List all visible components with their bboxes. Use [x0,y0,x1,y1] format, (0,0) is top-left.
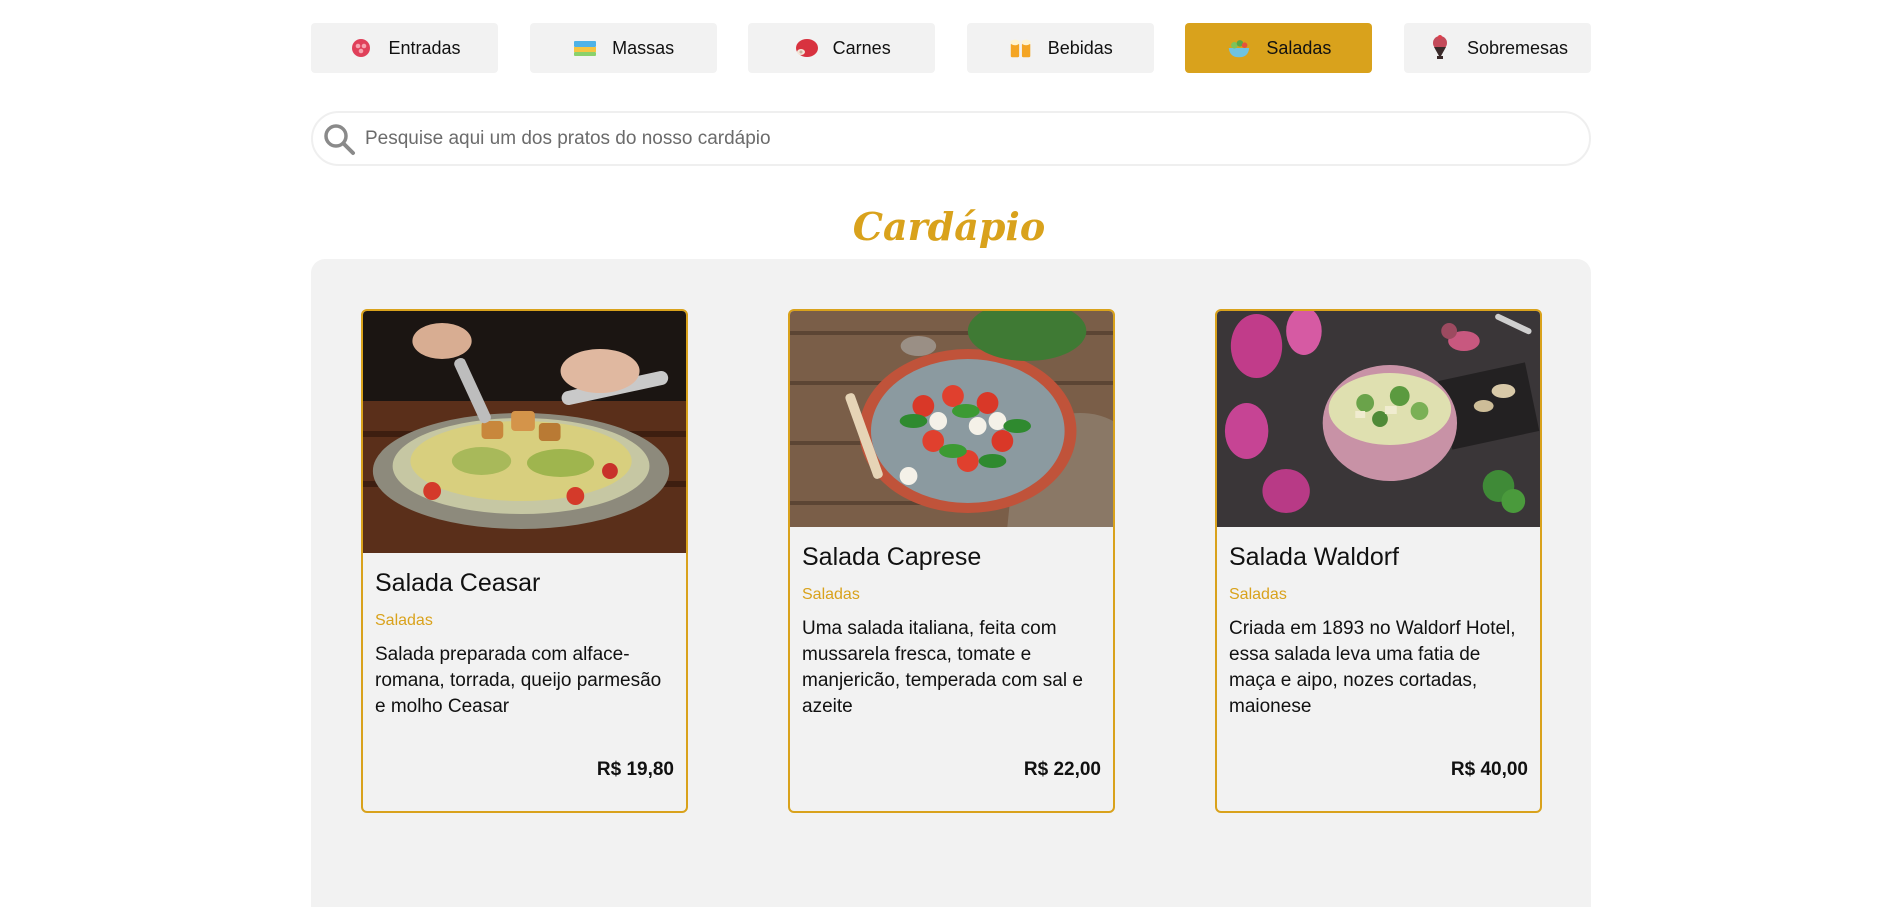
dish-name: Salada Ceasar [375,569,541,597]
search-bar [311,111,1591,166]
tab-label: Entradas [388,37,461,58]
tab-carnes[interactable]: Carnes [748,23,936,73]
caesar-salad-photo [363,311,686,553]
dish-name: Salada Caprese [802,543,982,571]
dish-category: Saladas [1229,586,1287,603]
dish-price: R$ 22,00 [1023,759,1101,780]
dish-name: Salada Waldorf [1229,543,1399,571]
menu-card[interactable]: Salada Ceasar Saladas Salada preparada c… [361,309,688,813]
category-tabs: Entradas Massas Carnes Bebidas Saladas S… [311,23,1591,73]
dish-price: R$ 40,00 [1450,759,1528,780]
salad-icon [1226,35,1252,61]
dish-description: Criada em 1893 no Waldorf Hotel, essa sa… [1229,618,1516,717]
dish-description: Uma salada italiana, feita com mussarela… [802,618,1083,717]
menu-card[interactable]: Salada Caprese Saladas Uma salada italia… [788,309,1115,813]
dessert-icon [1427,35,1453,61]
tab-sobremesas[interactable]: Sobremesas [1403,23,1591,73]
menu-card[interactable]: Salada Waldorf Saladas Criada em 1893 no… [1215,309,1542,813]
search-input[interactable] [359,113,1589,164]
tab-entradas[interactable]: Entradas [311,23,498,73]
tab-label: Carnes [832,37,891,58]
tab-label: Saladas [1266,37,1332,58]
tab-label: Bebidas [1047,37,1113,58]
menu-panel: Salada Ceasar Saladas Salada preparada c… [311,259,1591,907]
dish-price: R$ 19,80 [596,759,674,780]
tab-saladas[interactable]: Saladas [1185,23,1373,73]
tab-label: Sobremesas [1466,37,1568,58]
meat-icon [793,35,819,61]
menu-title: Cardápio [852,204,1046,249]
tab-bebidas[interactable]: Bebidas [966,23,1154,73]
pasta-icon [572,35,598,61]
beer-icon [1008,35,1034,61]
appetizer-icon [348,35,374,61]
dish-category: Saladas [375,612,433,629]
dish-category: Saladas [802,586,860,603]
tab-label: Massas [612,37,675,58]
waldorf-salad-photo [1217,311,1540,527]
search-icon [319,119,359,159]
caprese-salad-photo [790,311,1113,527]
tab-massas[interactable]: Massas [529,23,717,73]
dish-description: Salada preparada com alface-romana, torr… [375,644,662,717]
